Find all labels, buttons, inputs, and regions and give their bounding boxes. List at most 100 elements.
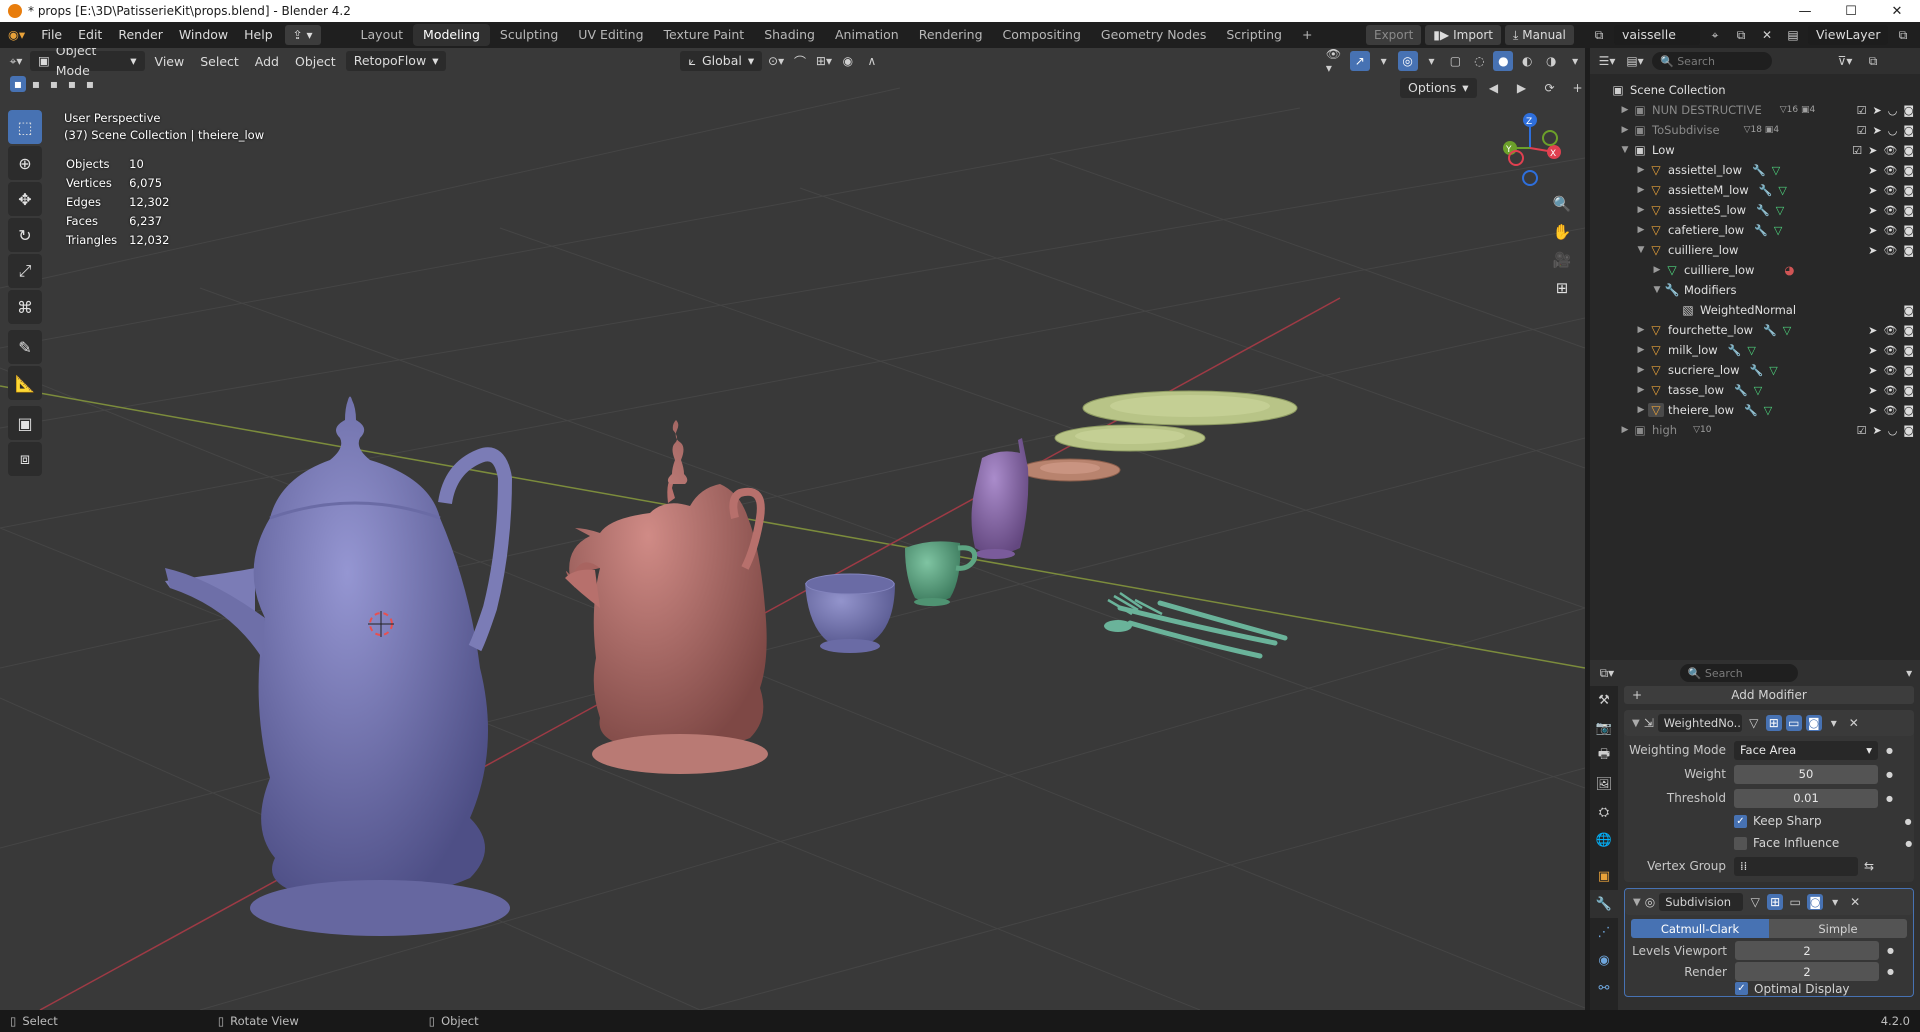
overlay-options-icon[interactable]: ▾ xyxy=(1422,51,1442,71)
mesh-icon[interactable]: ▽ xyxy=(1769,364,1777,377)
mesh-icon[interactable]: ▽ xyxy=(1774,224,1782,237)
navigation-gizmo[interactable]: Z X Y xyxy=(1490,108,1570,188)
tab-layout[interactable]: Layout xyxy=(351,24,414,46)
eye-icon[interactable]: 👁 xyxy=(1883,404,1897,417)
expand-arrow-icon[interactable]: ▶ xyxy=(1618,425,1632,435)
dropdown-icon[interactable]: ▾ xyxy=(1826,713,1842,733)
scene-tab-icon[interactable]: ⛭ xyxy=(1590,798,1618,826)
add-workspace-button[interactable]: + xyxy=(1292,24,1322,46)
weight-field[interactable]: 50 xyxy=(1734,764,1878,784)
mesh-icon[interactable]: ▽ xyxy=(1754,384,1762,397)
eye-closed-icon[interactable]: ◡ xyxy=(1888,424,1898,437)
prev-keyframe-icon[interactable]: ◀ xyxy=(1483,78,1505,98)
outliner-row[interactable]: ▼ ▣ Low ☑ ➤ 👁 ◙ xyxy=(1590,140,1920,160)
checkbox-icon[interactable]: ☑ xyxy=(1857,424,1867,437)
mode-selector[interactable]: ▣ Object Mode ▾ xyxy=(29,48,145,78)
material-shading-icon[interactable]: ◐ xyxy=(1517,51,1537,71)
vertex-group-field[interactable]: ⁞⁞ xyxy=(1734,856,1858,876)
expand-arrow-icon[interactable]: ▶ xyxy=(1634,165,1648,175)
collapse-arrow-icon[interactable]: ▼ xyxy=(1632,718,1640,729)
xray-icon[interactable]: ▢ xyxy=(1446,51,1466,71)
output-tab-icon[interactable]: 🖶 xyxy=(1590,742,1618,770)
keyframe-dot-icon[interactable]: ● xyxy=(1887,967,1894,976)
menu-render[interactable]: Render xyxy=(110,22,171,48)
eye-icon[interactable]: 👁 xyxy=(1883,144,1897,157)
menu-edit[interactable]: Edit xyxy=(70,22,110,48)
outliner-row[interactable]: ▶ ▣ NUN DESTRUCTIVE ▽16 ▣4 ☑ ➤ ◡ ◙ xyxy=(1590,100,1920,120)
expand-arrow-icon[interactable]: ▶ xyxy=(1634,205,1648,215)
falloff-icon[interactable]: ∧ xyxy=(862,51,882,71)
eye-icon[interactable]: 👁 xyxy=(1883,224,1897,237)
properties-options-icon[interactable]: ▾ xyxy=(1898,663,1920,683)
select-toggle-icon[interactable]: ➤ xyxy=(1868,244,1877,257)
eye-icon[interactable]: 👁 xyxy=(1883,364,1897,377)
edit-mode-icon[interactable]: ▽ xyxy=(1747,892,1763,912)
mesh-icon[interactable]: ▽ xyxy=(1783,324,1791,337)
camera-icon[interactable]: ◙ xyxy=(1903,304,1914,317)
scene-collection-row[interactable]: ▣ Scene Collection xyxy=(1590,80,1920,100)
collapse-arrow-icon[interactable]: ▼ xyxy=(1633,897,1641,908)
wireframe-shading-icon[interactable]: ◌ xyxy=(1469,51,1489,71)
remove-modifier-icon[interactable]: ✕ xyxy=(1847,892,1863,912)
modifier-name-field[interactable]: Subdivision xyxy=(1659,893,1744,911)
scene-selector[interactable]: vaisselle xyxy=(1614,25,1700,45)
catmull-clark-tab[interactable]: Catmull-Clark xyxy=(1631,919,1769,938)
tab-compositing[interactable]: Compositing xyxy=(993,24,1091,46)
select-toggle-icon[interactable]: ➤ xyxy=(1868,324,1877,337)
delete-scene-icon[interactable]: ✕ xyxy=(1756,25,1778,45)
camera-icon[interactable]: ◙ xyxy=(1903,424,1914,437)
mesh-icon[interactable]: ▽ xyxy=(1776,204,1784,217)
eye-icon[interactable]: 👁 xyxy=(1883,184,1897,197)
mesh-icon[interactable]: ▽ xyxy=(1772,164,1780,177)
editmode-toggle-icon[interactable]: ⊞ xyxy=(1767,894,1784,910)
render-toggle-icon[interactable]: ◙ xyxy=(1805,715,1822,731)
rendered-shading-icon[interactable]: ◑ xyxy=(1541,51,1561,71)
viewport-3d[interactable]: ⌖▾ ▣ Object Mode ▾ View Select Add Objec… xyxy=(0,48,1585,1010)
modifier-name-field[interactable]: WeightedNo... xyxy=(1657,714,1742,732)
tab-animation[interactable]: Animation xyxy=(825,24,909,46)
eye-icon[interactable]: 👁 xyxy=(1883,204,1897,217)
outliner-row[interactable]: ▶ ▽ assietteM_low 🔧 ▽ ➤ 👁 ◙ xyxy=(1590,180,1920,200)
render-toggle-icon[interactable]: ◙ xyxy=(1807,894,1824,910)
properties-editor-type-icon[interactable]: ⧉▾ xyxy=(1596,663,1618,683)
menu-window[interactable]: Window xyxy=(171,22,236,48)
keyframe-dot-icon[interactable]: ● xyxy=(1886,770,1893,779)
collapse-arrow-icon[interactable]: ▼ xyxy=(1650,285,1664,295)
select-toggle-icon[interactable]: ➤ xyxy=(1868,404,1877,417)
expand-arrow-icon[interactable]: ▶ xyxy=(1634,365,1648,375)
annotate-tool[interactable]: ✎ xyxy=(8,330,42,364)
menu-view[interactable]: View xyxy=(149,54,191,69)
mesh-icon[interactable]: ▽ xyxy=(1747,344,1755,357)
expand-arrow-icon[interactable]: ▶ xyxy=(1634,325,1648,335)
camera-icon[interactable]: ◙ xyxy=(1903,404,1914,417)
options-dropdown[interactable]: Options ▾ xyxy=(1400,78,1477,98)
eye-closed-icon[interactable]: ◡ xyxy=(1888,124,1898,137)
threshold-field[interactable]: 0.01 xyxy=(1734,788,1878,808)
wrench-icon[interactable]: 🔧 xyxy=(1728,344,1742,357)
tab-texture-paint[interactable]: Texture Paint xyxy=(654,24,755,46)
camera-icon[interactable]: ◙ xyxy=(1903,224,1914,237)
eye-icon[interactable]: 👁 xyxy=(1883,244,1897,257)
constraints-tab-icon[interactable]: ⚯ xyxy=(1590,974,1618,1002)
checkbox-icon[interactable]: ☑ xyxy=(1857,124,1867,137)
render-tab-icon[interactable]: 📷 xyxy=(1590,714,1618,742)
wrench-icon[interactable]: 🔧 xyxy=(1744,404,1758,417)
shading-options-icon[interactable]: ▾ xyxy=(1565,51,1585,71)
outliner-row[interactable]: ▶ ▽ cuilliere_low ◕ xyxy=(1590,260,1920,280)
select-toggle-icon[interactable]: ➤ xyxy=(1868,384,1877,397)
snap-icon[interactable]: ⌒ xyxy=(790,51,810,71)
rotate-tool[interactable]: ↻ xyxy=(8,218,42,252)
select-toggle-icon[interactable]: ➤ xyxy=(1868,364,1877,377)
outliner-row[interactable]: ▶ ▽ assietteS_low 🔧 ▽ ➤ 👁 ◙ xyxy=(1590,200,1920,220)
select-new-icon[interactable]: ▪ xyxy=(10,76,26,92)
outliner-row[interactable]: ▶ ▽ fourchette_low 🔧 ▽ ➤ 👁 ◙ xyxy=(1590,320,1920,340)
keyframe-dot-icon[interactable]: ● xyxy=(1886,794,1893,803)
zoom-in-icon[interactable]: + xyxy=(1567,78,1585,98)
menu-object[interactable]: Object xyxy=(289,54,342,69)
export-button[interactable]: Export xyxy=(1366,25,1422,45)
refresh-icon[interactable]: ⟳ xyxy=(1539,78,1561,98)
workspace-ops-button[interactable]: ⇪ ▾ xyxy=(284,25,321,45)
expand-arrow-icon[interactable]: ▶ xyxy=(1634,385,1648,395)
pan-hand-icon[interactable]: ✋ xyxy=(1548,218,1576,246)
outliner-row[interactable]: ▶ ▽ sucriere_low 🔧 ▽ ➤ 👁 ◙ xyxy=(1590,360,1920,380)
